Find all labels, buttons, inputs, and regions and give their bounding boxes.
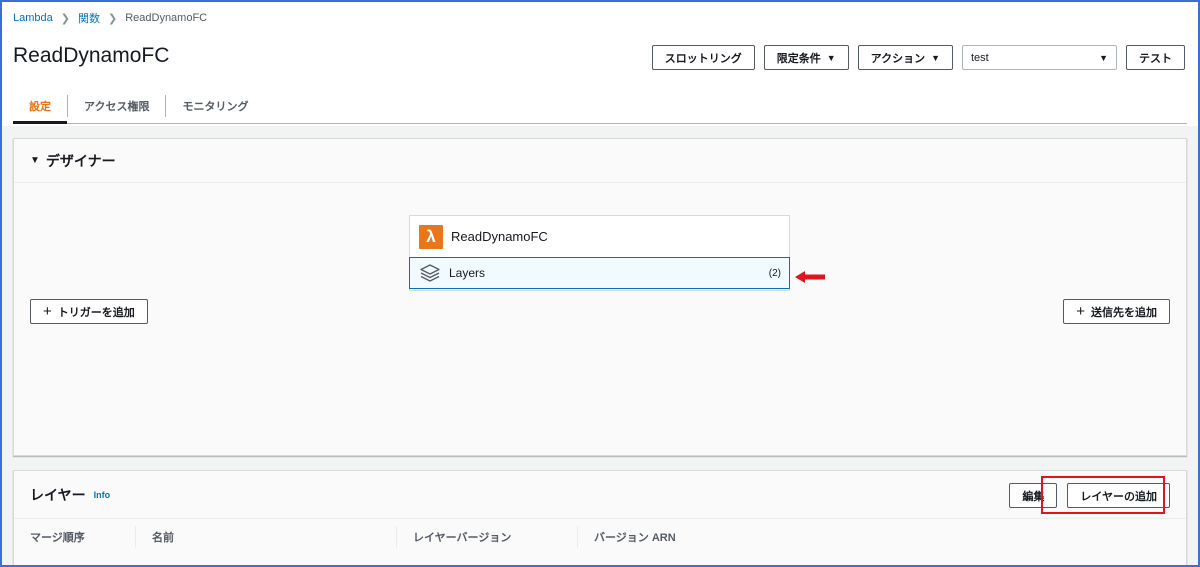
add-destination-label: 送信先を追加 (1091, 306, 1157, 319)
column-merge-order: マージ順序 (14, 526, 136, 548)
layers-panel-header: レイヤー Info 編集 レイヤーの追加 (14, 471, 1186, 519)
add-layer-label: レイヤーの追加 (1080, 490, 1157, 503)
caret-down-icon: ▼ (826, 52, 836, 63)
layers-node[interactable]: Layers (2) (409, 257, 790, 289)
chevron-right-icon: ❯ (60, 12, 70, 25)
add-trigger-label: トリガーを追加 (57, 306, 135, 319)
breadcrumb-lambda[interactable]: Lambda (13, 12, 53, 24)
test-event-select[interactable]: test ▼ (962, 45, 1117, 70)
function-node[interactable]: λ ReadDynamoFC (410, 216, 789, 258)
test-event-value: test (971, 51, 989, 64)
designer-title: デザイナー (45, 152, 116, 169)
edit-layers-label: 編集 (1022, 490, 1045, 503)
red-arrow-icon (795, 271, 825, 283)
layers-icon (420, 264, 440, 282)
layers-count: (2) (768, 267, 781, 279)
designer-panel: ▼ デザイナー λ ReadDynamoFC Layers (2) + トリガーを… (13, 138, 1187, 456)
throttle-button[interactable]: スロットリング (651, 45, 755, 70)
add-destination-button[interactable]: + 送信先を追加 (1063, 299, 1170, 324)
column-name: 名前 (136, 526, 397, 548)
test-button-label: テスト (1139, 52, 1172, 65)
add-layer-button[interactable]: レイヤーの追加 (1067, 483, 1170, 508)
info-link[interactable]: Info (94, 490, 111, 500)
add-trigger-button[interactable]: + トリガーを追加 (30, 299, 148, 324)
test-button[interactable]: テスト (1126, 45, 1185, 70)
breadcrumb: Lambda ❯ 関数 ❯ ReadDynamoFC (13, 10, 207, 26)
plus-icon: + (43, 303, 52, 320)
tab-configuration[interactable]: 設定 (13, 88, 67, 124)
actions-button[interactable]: アクション ▼ (857, 45, 953, 70)
layers-table-header: マージ順序 名前 レイヤーバージョン バージョン ARN (14, 519, 1186, 555)
header-actions: スロットリング 限定条件 ▼ アクション ▼ test ▼ テスト (651, 45, 1185, 70)
plus-icon: + (1076, 303, 1085, 320)
edit-layers-button[interactable]: 編集 (1009, 483, 1058, 508)
qualifiers-button-label: 限定条件 (776, 52, 821, 65)
tab-bar: 設定 アクセス権限 モニタリング (13, 88, 1187, 124)
column-layer-version: レイヤーバージョン (397, 526, 578, 548)
qualifiers-button[interactable]: 限定条件 ▼ (763, 45, 849, 70)
caret-down-icon[interactable]: ▼ (30, 155, 40, 166)
actions-button-label: アクション (870, 52, 926, 65)
page-header-area: Lambda ❯ 関数 ❯ ReadDynamoFC ReadDynamoFC … (2, 2, 1198, 126)
breadcrumb-current: ReadDynamoFC (125, 12, 208, 24)
function-node-name: ReadDynamoFC (451, 229, 548, 244)
designer-panel-header[interactable]: ▼ デザイナー (14, 139, 1186, 183)
layers-panel: レイヤー Info 編集 レイヤーの追加 マージ順序 名前 レイヤーバージョン … (13, 470, 1187, 565)
layers-panel-title: レイヤー (30, 486, 86, 503)
tab-monitoring[interactable]: モニタリング (166, 88, 264, 123)
function-box: λ ReadDynamoFC Layers (2) (409, 215, 790, 291)
caret-down-icon: ▼ (1099, 52, 1108, 63)
layers-node-label: Layers (449, 266, 486, 280)
tab-permissions[interactable]: アクセス権限 (68, 88, 165, 123)
throttle-button-label: スロットリング (664, 52, 742, 65)
caret-down-icon: ▼ (931, 52, 940, 63)
lambda-console-page: Lambda ❯ 関数 ❯ ReadDynamoFC ReadDynamoFC … (2, 2, 1198, 565)
layers-actions: 編集 レイヤーの追加 (1009, 483, 1170, 508)
page-title: ReadDynamoFC (13, 44, 170, 67)
lambda-icon: λ (419, 224, 443, 249)
column-version-arn: バージョン ARN (594, 532, 676, 544)
breadcrumb-functions[interactable]: 関数 (78, 10, 100, 26)
chevron-right-icon: ❯ (107, 12, 118, 25)
